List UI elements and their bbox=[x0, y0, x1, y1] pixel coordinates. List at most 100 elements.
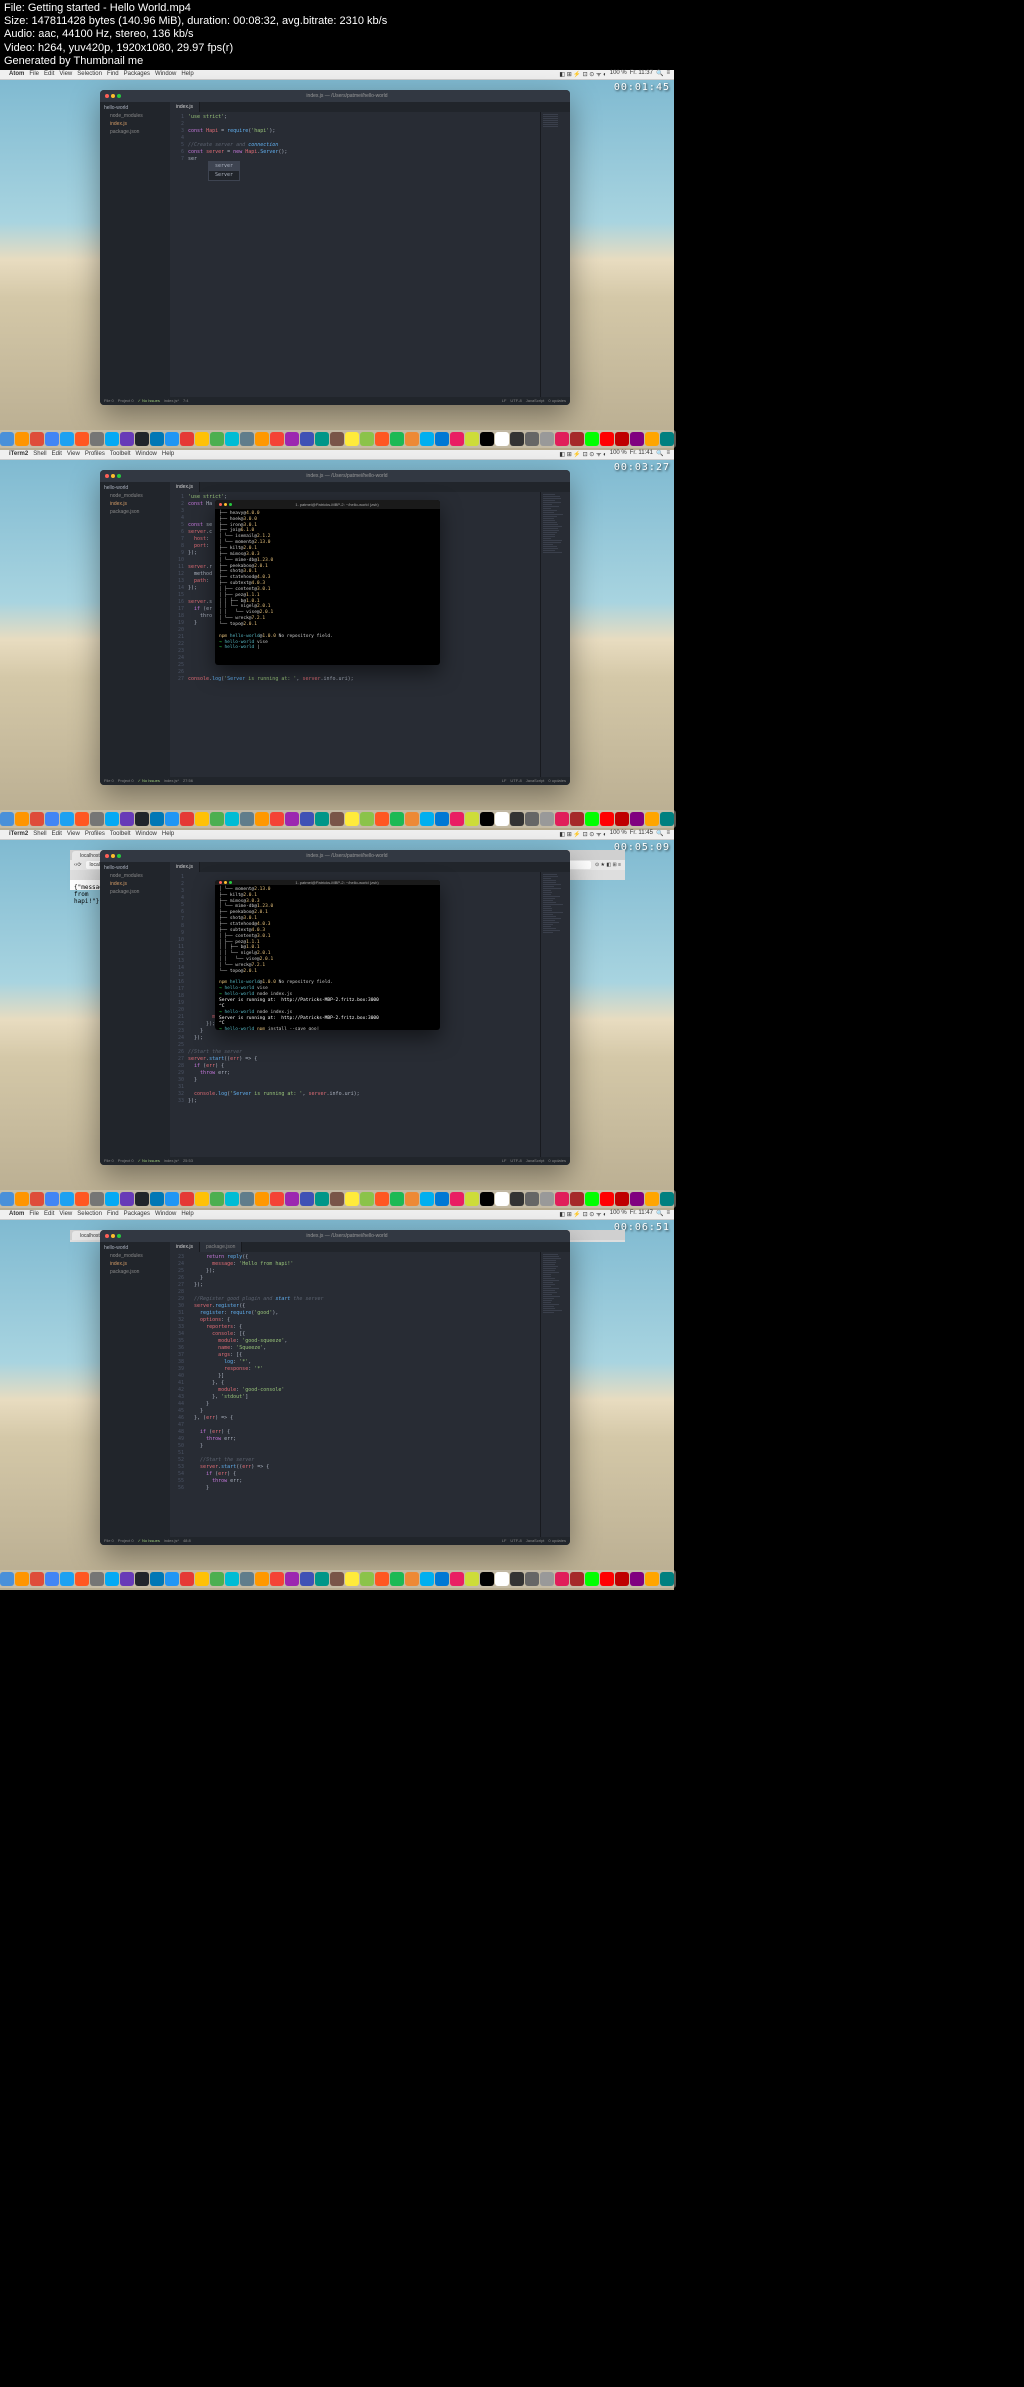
mac-menubar[interactable]: iTerm2 Shell Edit View Profiles Toolbelt… bbox=[0, 450, 674, 460]
window-titlebar[interactable]: index.js — /Users/patmei/hello-world bbox=[100, 470, 570, 482]
dock-app-icon[interactable] bbox=[315, 1192, 329, 1206]
maximize-icon[interactable] bbox=[229, 503, 232, 506]
dock-app-icon[interactable] bbox=[645, 812, 659, 826]
dock-app-icon[interactable] bbox=[105, 1572, 119, 1586]
dock-app-icon[interactable] bbox=[645, 1192, 659, 1206]
dock-app-icon[interactable] bbox=[525, 1572, 539, 1586]
project-root[interactable]: hello-world bbox=[102, 484, 168, 492]
dock-app-icon[interactable] bbox=[420, 432, 434, 446]
dock-app-icon[interactable] bbox=[435, 1572, 449, 1586]
dock-app-icon[interactable] bbox=[570, 1572, 584, 1586]
dock-app-icon[interactable] bbox=[30, 1572, 44, 1586]
dock-app-icon[interactable] bbox=[300, 812, 314, 826]
minimize-icon[interactable] bbox=[111, 854, 115, 858]
maximize-icon[interactable] bbox=[117, 1234, 121, 1238]
dock-app-icon[interactable] bbox=[390, 1572, 404, 1586]
dock-app-icon[interactable] bbox=[90, 1192, 104, 1206]
dock-app-icon[interactable] bbox=[0, 432, 14, 446]
dock-app-icon[interactable] bbox=[630, 1572, 644, 1586]
dock-app-icon[interactable] bbox=[420, 1572, 434, 1586]
dock-app-icon[interactable] bbox=[480, 1192, 494, 1206]
dock-app-icon[interactable] bbox=[225, 1192, 239, 1206]
atom-editor-window[interactable]: index.js — /Users/patmei/hello-world hel… bbox=[100, 90, 570, 405]
mac-dock[interactable] bbox=[0, 1190, 676, 1208]
dock-app-icon[interactable] bbox=[90, 432, 104, 446]
sidebar-item-node-modules[interactable]: node_modules bbox=[102, 492, 168, 500]
code-editor[interactable]: 2324252627282930313233343536373839404142… bbox=[170, 1252, 570, 1537]
autocomplete-popup[interactable]: server Server bbox=[208, 161, 240, 181]
maximize-icon[interactable] bbox=[117, 94, 121, 98]
dock-app-icon[interactable] bbox=[345, 1192, 359, 1206]
minimap[interactable] bbox=[540, 872, 570, 1157]
dock-app-icon[interactable] bbox=[120, 812, 134, 826]
dock-app-icon[interactable] bbox=[210, 812, 224, 826]
minimap[interactable] bbox=[540, 1252, 570, 1537]
dock-app-icon[interactable] bbox=[330, 1192, 344, 1206]
menu-help[interactable]: Help bbox=[181, 71, 193, 77]
dock-app-icon[interactable] bbox=[45, 432, 59, 446]
dock-app-icon[interactable] bbox=[540, 1192, 554, 1206]
menu-view[interactable]: View bbox=[59, 71, 72, 77]
dock-app-icon[interactable] bbox=[585, 432, 599, 446]
dock-app-icon[interactable] bbox=[60, 1572, 74, 1586]
dock-app-icon[interactable] bbox=[225, 1572, 239, 1586]
minimap[interactable] bbox=[540, 492, 570, 777]
dock-app-icon[interactable] bbox=[315, 1572, 329, 1586]
dock-app-icon[interactable] bbox=[105, 1192, 119, 1206]
dock-app-icon[interactable] bbox=[435, 1192, 449, 1206]
dock-app-icon[interactable] bbox=[150, 1192, 164, 1206]
dock-app-icon[interactable] bbox=[660, 812, 674, 826]
dock-app-icon[interactable] bbox=[210, 432, 224, 446]
minimize-icon[interactable] bbox=[224, 503, 227, 506]
dock-app-icon[interactable] bbox=[345, 432, 359, 446]
dock-app-icon[interactable] bbox=[375, 1192, 389, 1206]
dock-app-icon[interactable] bbox=[75, 1192, 89, 1206]
dock-app-icon[interactable] bbox=[450, 812, 464, 826]
mac-menubar[interactable]: Atom File Edit View Selection Find Packa… bbox=[0, 70, 674, 80]
dock-app-icon[interactable] bbox=[360, 812, 374, 826]
dock-app-icon[interactable] bbox=[555, 1572, 569, 1586]
terminal-content[interactable]: ├── heavy@4.0.0├── hoek@3.0.0├── iron@3.… bbox=[215, 509, 440, 665]
dock-app-icon[interactable] bbox=[345, 812, 359, 826]
dock-app-icon[interactable] bbox=[330, 812, 344, 826]
dock-app-icon[interactable] bbox=[450, 1572, 464, 1586]
dock-app-icon[interactable] bbox=[390, 812, 404, 826]
notification-icon[interactable]: ≡ bbox=[666, 70, 670, 78]
dock-app-icon[interactable] bbox=[285, 1192, 299, 1206]
dock-app-icon[interactable] bbox=[255, 432, 269, 446]
dock-app-icon[interactable] bbox=[0, 1192, 14, 1206]
dock-app-icon[interactable] bbox=[75, 432, 89, 446]
dock-app-icon[interactable] bbox=[195, 1572, 209, 1586]
dock-app-icon[interactable] bbox=[180, 1192, 194, 1206]
dock-app-icon[interactable] bbox=[585, 1572, 599, 1586]
dock-app-icon[interactable] bbox=[435, 812, 449, 826]
window-titlebar[interactable]: index.js — /Users/patmei/hello-world bbox=[100, 850, 570, 862]
code-content[interactable]: 'use strict'; const Hapi = require('hapi… bbox=[188, 112, 540, 397]
dock-app-icon[interactable] bbox=[660, 1192, 674, 1206]
dock-app-icon[interactable] bbox=[645, 432, 659, 446]
dock-app-icon[interactable] bbox=[420, 812, 434, 826]
dock-app-icon[interactable] bbox=[165, 1192, 179, 1206]
close-icon[interactable] bbox=[219, 881, 222, 884]
dock-app-icon[interactable] bbox=[315, 812, 329, 826]
dock-app-icon[interactable] bbox=[660, 1572, 674, 1586]
dock-app-icon[interactable] bbox=[420, 1192, 434, 1206]
menubar-icons[interactable]: ◧ ⊞ ⚡ ⊡ ⊙ ᯤ ◐ bbox=[559, 450, 606, 458]
dock-app-icon[interactable] bbox=[180, 812, 194, 826]
dock-app-icon[interactable] bbox=[540, 812, 554, 826]
dock-app-icon[interactable] bbox=[270, 812, 284, 826]
sidebar-item-index[interactable]: index.js bbox=[102, 500, 168, 508]
dock-app-icon[interactable] bbox=[255, 812, 269, 826]
dock-app-icon[interactable] bbox=[225, 432, 239, 446]
dock-app-icon[interactable] bbox=[360, 432, 374, 446]
dock-app-icon[interactable] bbox=[285, 812, 299, 826]
dock-app-icon[interactable] bbox=[30, 812, 44, 826]
dock-app-icon[interactable] bbox=[495, 1192, 509, 1206]
dock-app-icon[interactable] bbox=[480, 432, 494, 446]
dock-app-icon[interactable] bbox=[390, 432, 404, 446]
dock-app-icon[interactable] bbox=[495, 432, 509, 446]
editor-tabs[interactable]: index.js bbox=[170, 482, 570, 492]
dock-app-icon[interactable] bbox=[330, 1572, 344, 1586]
dock-app-icon[interactable] bbox=[645, 1572, 659, 1586]
dock-app-icon[interactable] bbox=[555, 812, 569, 826]
